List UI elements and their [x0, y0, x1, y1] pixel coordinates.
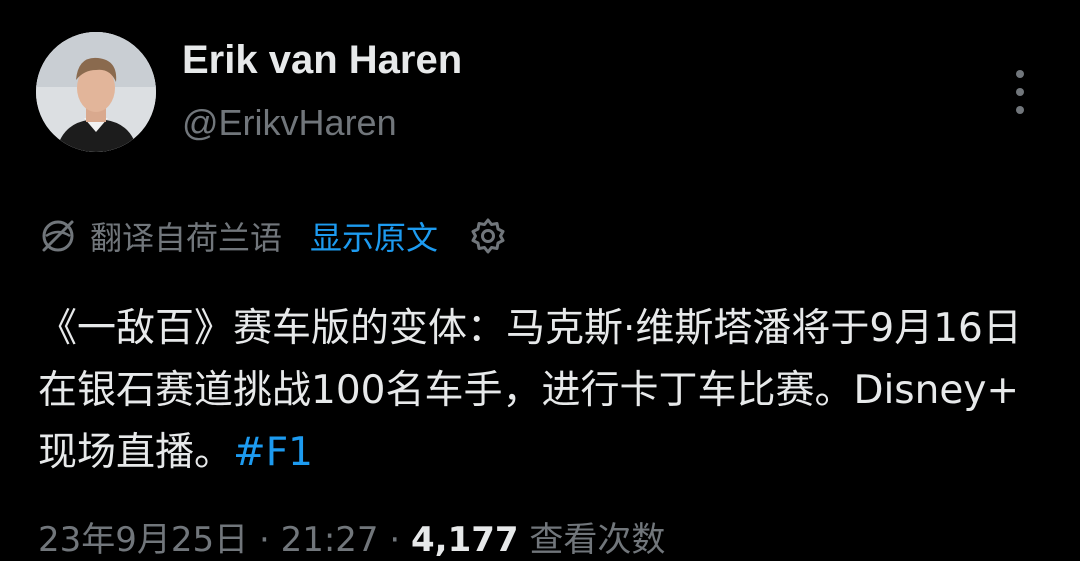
avatar[interactable] [36, 32, 156, 152]
tweet-text: 《一敌百》赛车版的变体：马克斯·维斯塔潘将于9月16日在银石赛道挑战100名车手… [38, 306, 1022, 475]
view-count: 4,177 [411, 520, 519, 560]
view-count-label: 查看次数 [518, 520, 666, 560]
more-dot [1016, 70, 1024, 78]
tweet-meta: 23年9月25日 · 21:27 · 4,177 查看次数 [38, 512, 665, 561]
tweet-timestamp[interactable]: 23年9月25日 · 21:27 · [38, 520, 411, 560]
more-dot [1016, 106, 1024, 114]
hashtag-link[interactable]: #F1 [233, 430, 313, 475]
show-original-link[interactable]: 显示原文 [310, 213, 438, 259]
author-handle[interactable]: @ErikvHaren [182, 102, 397, 144]
translation-bar: 翻译自荷兰语 显示原文 [38, 212, 508, 260]
translated-from-label: 翻译自荷兰语 [90, 219, 283, 257]
more-dot [1016, 88, 1024, 96]
gear-icon[interactable] [468, 216, 508, 256]
tweet-body: 《一敌百》赛车版的变体：马克斯·维斯塔潘将于9月16日在银石赛道挑战100名车手… [38, 298, 1048, 484]
author-name[interactable]: Erik van Haren [182, 38, 462, 83]
translate-globe-icon [42, 220, 74, 252]
more-options-icon[interactable] [1006, 70, 1034, 114]
avatar-photo [36, 32, 156, 152]
